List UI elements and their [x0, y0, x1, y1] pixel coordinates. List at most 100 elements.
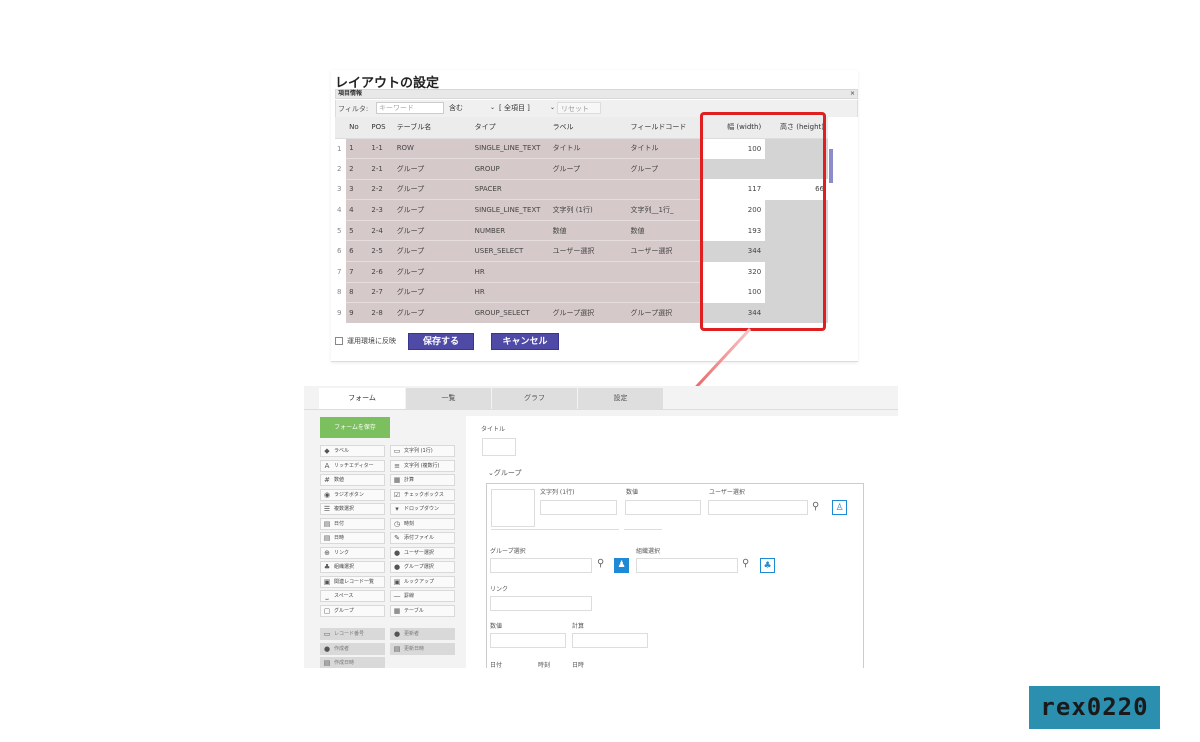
- tab-list[interactable]: 一覧: [406, 388, 491, 409]
- calc-input[interactable]: [572, 633, 648, 648]
- column-header[interactable]: No: [346, 117, 369, 139]
- cell-table: グループ: [393, 219, 472, 241]
- text-field-label: 文字列 (1行): [540, 489, 575, 496]
- palette-item[interactable]: ▣ ルックアップ: [390, 575, 455, 588]
- palette-item[interactable]: ▤ 更新日時: [390, 642, 455, 655]
- title-input[interactable]: [482, 438, 516, 456]
- palette-item[interactable]: ◆ ラベル: [320, 445, 385, 457]
- search-icon[interactable]: ⚲: [812, 501, 819, 512]
- palette-item[interactable]: ● ユーザー選択: [390, 546, 455, 559]
- match-select[interactable]: 含む ⌄: [447, 102, 499, 114]
- cell-code: 数値: [627, 219, 704, 241]
- cell-pos: 2-1: [368, 158, 394, 180]
- palette-item[interactable]: ⊕ リンク: [320, 546, 385, 559]
- palette-item-label: ルックアップ: [404, 578, 435, 585]
- palette-item[interactable]: ▤ 作成日時: [320, 657, 385, 668]
- field-select[interactable]: [ 全項目 ] ⌄: [497, 102, 559, 114]
- cancel-button[interactable]: キャンセル: [491, 333, 559, 350]
- number-input[interactable]: [625, 500, 701, 515]
- palette-item[interactable]: # 数値: [320, 474, 385, 486]
- palette-item-label: ドロップダウン: [404, 506, 440, 512]
- palette-item[interactable]: ▭ 文字列 (1行): [390, 445, 455, 457]
- palette-item[interactable]: ♣ 組織選択: [320, 561, 385, 573]
- palette-item[interactable]: ▣ 関連レコード一覧: [320, 575, 385, 588]
- cell-code: グループ: [627, 158, 704, 180]
- cell-pos: 2-4: [368, 219, 394, 241]
- palette-item[interactable]: ▤ 日付: [320, 517, 385, 530]
- cell-table: グループ: [393, 199, 472, 221]
- palette-item[interactable]: ● グループ選択: [390, 561, 455, 573]
- form-tabs: フォーム 一覧 グラフ 設定: [319, 388, 898, 409]
- cell-type: GROUP_SELECT: [471, 302, 550, 324]
- creator-icon: ●: [323, 644, 331, 653]
- link-input[interactable]: [490, 596, 592, 611]
- datetime-field-label: 日時: [572, 662, 585, 668]
- user-icon: ●: [393, 548, 401, 557]
- link-icon: ⊕: [324, 548, 330, 557]
- chevron-down-icon: ⌄: [549, 104, 555, 111]
- palette-item[interactable]: ⎵ スペース: [320, 590, 385, 602]
- palette-item[interactable]: ✎ 添付ファイル: [390, 532, 455, 544]
- palette-item[interactable]: ▦ 計算: [390, 474, 455, 486]
- palette-item[interactable]: ▢ グループ: [320, 604, 385, 617]
- palette-item[interactable]: ▭ レコード番号: [320, 628, 385, 640]
- palette-item-label: レコード番号: [334, 631, 365, 637]
- save-button[interactable]: 保存する: [408, 333, 474, 350]
- chevron-down-icon: ⌄: [489, 104, 495, 111]
- org-select-input[interactable]: [636, 558, 738, 573]
- tab-graph[interactable]: グラフ: [492, 388, 577, 409]
- calc-field-label: 計算: [572, 623, 585, 630]
- group-picker-icon[interactable]: ♟: [614, 558, 629, 573]
- text-input[interactable]: [540, 500, 617, 515]
- number2-input[interactable]: [490, 633, 566, 648]
- palette-item[interactable]: ◉ ラジオボタン: [320, 488, 385, 501]
- palette-item-label: 関連レコード一覧: [334, 578, 375, 585]
- form-editor: フォーム 一覧 グラフ 設定 フォームを保存 ◆ ラベル ▭ 文字列 (1行) A リッチ…: [304, 386, 898, 668]
- palette-item[interactable]: ● 更新者: [390, 628, 455, 640]
- group-toggle-label[interactable]: ⌄グループ: [488, 468, 521, 478]
- palette-item[interactable]: A リッチエディター: [320, 459, 385, 472]
- column-header[interactable]: ラベル: [549, 117, 628, 139]
- palette-item[interactable]: ☑ チェックボックス: [390, 488, 455, 501]
- palette-item[interactable]: ● 作成者: [320, 642, 385, 655]
- reset-button[interactable]: リセット: [557, 102, 601, 114]
- palette-item[interactable]: ◷ 時刻: [390, 517, 455, 530]
- user-select-label: ユーザー選択: [709, 489, 745, 496]
- panel-title: 項目情報: [338, 90, 363, 97]
- watermark-badge: rex0220: [1029, 686, 1160, 729]
- column-header[interactable]: POS: [368, 117, 394, 139]
- row-number: 2: [335, 158, 347, 180]
- column-header[interactable]: フィールドコード: [627, 117, 704, 139]
- org-picker-icon[interactable]: ♣: [760, 558, 775, 573]
- tab-settings[interactable]: 設定: [578, 388, 663, 409]
- spacer-element[interactable]: [491, 489, 535, 527]
- cell-code: ユーザー選択: [627, 240, 704, 262]
- search-icon[interactable]: ⚲: [597, 558, 604, 569]
- palette-item[interactable]: ▦ テーブル: [390, 604, 455, 617]
- number-icon: #: [324, 476, 330, 484]
- save-form-button[interactable]: フォームを保存: [320, 417, 390, 438]
- cell-type: SINGLE_LINE_TEXT: [471, 138, 550, 159]
- cell-label: 文字列 (1行): [549, 199, 628, 221]
- user-picker-icon[interactable]: ♙: [832, 500, 847, 515]
- user-select-input[interactable]: [708, 500, 808, 515]
- modifier-icon: ●: [393, 630, 401, 638]
- column-header[interactable]: テーブル名: [393, 117, 472, 139]
- group-select-input[interactable]: [490, 558, 592, 573]
- palette-item[interactable]: ▤ 日時: [320, 532, 385, 544]
- form-canvas: タイトル ⌄グループ 文字列 (1行) 数値 ユーザー選択 ⚲ ♙ グループ選択…: [466, 416, 898, 668]
- close-icon[interactable]: ×: [850, 90, 855, 98]
- palette-item[interactable]: — 罫線: [390, 590, 455, 602]
- panel-header: 項目情報 ×: [335, 89, 858, 99]
- apply-env-checkbox[interactable]: [335, 337, 343, 345]
- palette-item-label: 文字列 (1行): [404, 448, 433, 454]
- tab-form[interactable]: フォーム: [319, 388, 405, 409]
- palette-item[interactable]: ▾ ドロップダウン: [390, 503, 455, 515]
- palette-item[interactable]: ≡ 文字列 (複数行): [390, 459, 455, 472]
- cell-no: 5: [346, 219, 369, 241]
- column-header[interactable]: タイプ: [471, 117, 550, 139]
- keyword-input[interactable]: キーワード: [376, 102, 444, 114]
- tabs-divider: [304, 409, 898, 410]
- palette-item[interactable]: ☰ 複数選択: [320, 503, 385, 515]
- search-icon[interactable]: ⚲: [742, 558, 749, 569]
